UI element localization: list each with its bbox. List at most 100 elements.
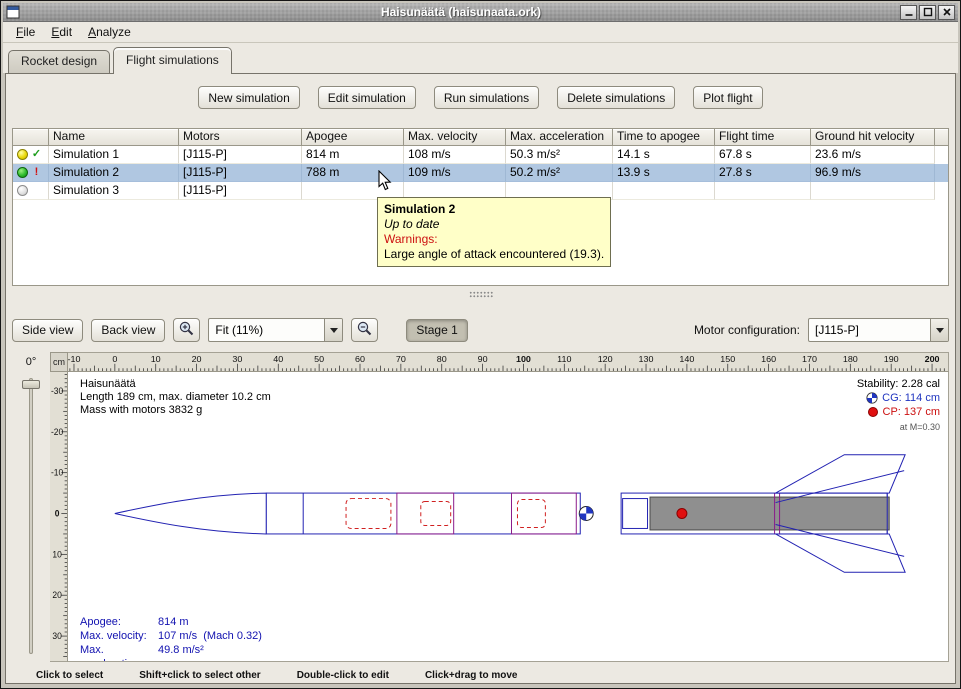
- column-header-max-acceleration[interactable]: Max. acceleration: [506, 129, 613, 146]
- run-simulations-button[interactable]: Run simulations: [434, 86, 539, 109]
- flight-data-row: Max. acceleration:49.8 m/s²: [80, 643, 262, 662]
- cell: Simulation 1: [49, 146, 179, 164]
- chevron-down-icon: [930, 319, 948, 341]
- column-header-name[interactable]: Name: [49, 129, 179, 146]
- cell: 96.9 m/s: [811, 164, 935, 182]
- window-title: Haisunäätä (haisunaata.ork): [24, 5, 898, 19]
- flight-data-label: Max. acceleration:: [80, 643, 158, 662]
- cp-value: CP: 137 cm: [883, 405, 940, 419]
- status-cell: !: [13, 164, 49, 182]
- flight-data-label: Apogee:: [80, 615, 158, 629]
- cell: 814 m: [302, 146, 404, 164]
- cell: 14.1 s: [613, 146, 715, 164]
- zoom-select[interactable]: Fit (11%): [208, 318, 343, 342]
- zoom-out-button[interactable]: [351, 318, 378, 342]
- svg-text:-20: -20: [51, 427, 63, 437]
- svg-text:180: 180: [843, 354, 858, 363]
- cg-value: CG: 114 cm: [882, 391, 940, 405]
- window-controls: [898, 5, 955, 20]
- close-button[interactable]: [938, 5, 955, 20]
- tab-flight-simulations[interactable]: Flight simulations: [113, 47, 232, 74]
- minimize-button[interactable]: [900, 5, 917, 20]
- motor-configuration-select[interactable]: [J115-P]: [808, 318, 949, 342]
- svg-text:160: 160: [761, 354, 776, 363]
- plot-flight-button[interactable]: Plot flight: [693, 86, 762, 109]
- tab-rocket-design[interactable]: Rocket design: [8, 50, 110, 73]
- title-bar[interactable]: Haisunäätä (haisunaata.ork): [3, 3, 958, 22]
- chevron-down-icon: [324, 319, 342, 341]
- svg-text:60: 60: [355, 354, 365, 363]
- cell: [811, 182, 935, 200]
- status-cell: ✓: [13, 146, 49, 164]
- tooltip-title: Simulation 2: [384, 202, 604, 217]
- sim-button-row: New simulation Edit simulation Run simulat…: [6, 86, 955, 109]
- status-ball-gray: [17, 185, 28, 196]
- svg-text:20: 20: [192, 354, 202, 363]
- column-header-max-velocity[interactable]: Max. velocity: [404, 129, 506, 146]
- rocket-canvas[interactable]: Haisunäätä Length 189 cm, max. diameter …: [68, 372, 949, 662]
- cg-icon: [866, 392, 878, 404]
- delete-simulations-button[interactable]: Delete simulations: [557, 86, 675, 109]
- status-warning-icon: !: [31, 164, 42, 181]
- slider-thumb[interactable]: [22, 380, 40, 389]
- svg-text:190: 190: [884, 354, 899, 363]
- column-header-motors[interactable]: Motors: [179, 129, 302, 146]
- motor-configuration-label: Motor configuration:: [694, 323, 800, 337]
- vertical-ruler: -30-20-100102030: [50, 372, 68, 662]
- menu-edit[interactable]: Edit: [43, 22, 80, 42]
- cell: 50.3 m/s²: [506, 146, 613, 164]
- zoom-in-button[interactable]: [173, 318, 200, 342]
- minimize-icon: [904, 7, 914, 17]
- column-header-time-to-apogee[interactable]: Time to apogee: [613, 129, 715, 146]
- menu-file[interactable]: File: [8, 22, 43, 42]
- cp-symbol: [677, 509, 687, 519]
- flight-data-label: Max. velocity:: [80, 629, 158, 643]
- cp-icon: [867, 406, 879, 418]
- hint-click-to-select: Click to select: [36, 670, 103, 681]
- back-view-button[interactable]: Back view: [91, 319, 165, 342]
- side-view-button[interactable]: Side view: [12, 319, 83, 342]
- table-row-2[interactable]: !Simulation 2[J115-P]788 m109 m/s50.2 m/…: [13, 164, 948, 182]
- svg-text:-10: -10: [51, 467, 63, 477]
- flight-data-row: Apogee:814 m: [80, 615, 262, 629]
- cell: [J115-P]: [179, 146, 302, 164]
- table-header: NameMotorsApogeeMax. velocityMax. accele…: [13, 129, 948, 146]
- maximize-icon: [923, 7, 933, 17]
- column-header-apogee[interactable]: Apogee: [302, 129, 404, 146]
- svg-text:120: 120: [598, 354, 613, 363]
- cell: 13.9 s: [613, 164, 715, 182]
- column-header-flight-time[interactable]: Flight time: [715, 129, 811, 146]
- flight-data: Apogee:814 mMax. velocity:107 m/s (Mach …: [80, 615, 262, 662]
- horizontal-ruler: -100102030405060708090100110120130140150…: [68, 352, 949, 372]
- rocket-info: Haisunäätä Length 189 cm, max. diameter …: [80, 378, 271, 417]
- svg-text:90: 90: [478, 354, 488, 363]
- split-pane-divider[interactable]: [6, 289, 955, 299]
- rotation-slider[interactable]: [12, 372, 50, 662]
- maximize-button[interactable]: [919, 5, 936, 20]
- tooltip-status: Up to date: [384, 217, 604, 232]
- menu-analyze[interactable]: Analyze: [80, 22, 139, 42]
- flight-simulations-panel: New simulation Edit simulation Run simulat…: [5, 73, 956, 684]
- edit-simulation-button[interactable]: Edit simulation: [318, 86, 416, 109]
- svg-text:50: 50: [314, 354, 324, 363]
- cg-symbol: [579, 507, 593, 521]
- new-simulation-button[interactable]: New simulation: [198, 86, 299, 109]
- table-row-1[interactable]: ✓Simulation 1[J115-P]814 m108 m/s50.3 m/…: [13, 146, 948, 164]
- column-header-status[interactable]: [13, 129, 49, 146]
- hint-shift-click-to-select-other: Shift+click to select other: [139, 670, 260, 681]
- svg-text:110: 110: [557, 354, 572, 363]
- cell: 27.8 s: [715, 164, 811, 182]
- simulation-tooltip: Simulation 2 Up to date Warnings: Large …: [377, 197, 611, 267]
- flight-data-value: 814 m: [158, 615, 189, 629]
- rocket-view: 0° cm -100102030405060708090100110120130…: [12, 352, 949, 662]
- hint-click-drag-to-move: Click+drag to move: [425, 670, 518, 681]
- tooltip-warning-label: Warnings:: [384, 232, 604, 247]
- stage-1-toggle[interactable]: Stage 1: [406, 319, 467, 342]
- app-window: Haisunäätä (haisunaata.ork) FileEditAnal…: [0, 0, 961, 689]
- rocket-mass: Mass with motors 3832 g: [80, 404, 271, 417]
- cell: [715, 182, 811, 200]
- status-check-icon: ✓: [31, 146, 42, 163]
- column-header-ground-hit-velocity[interactable]: Ground hit velocity: [811, 129, 935, 146]
- slider-track: [29, 378, 33, 654]
- svg-text:-30: -30: [51, 386, 63, 396]
